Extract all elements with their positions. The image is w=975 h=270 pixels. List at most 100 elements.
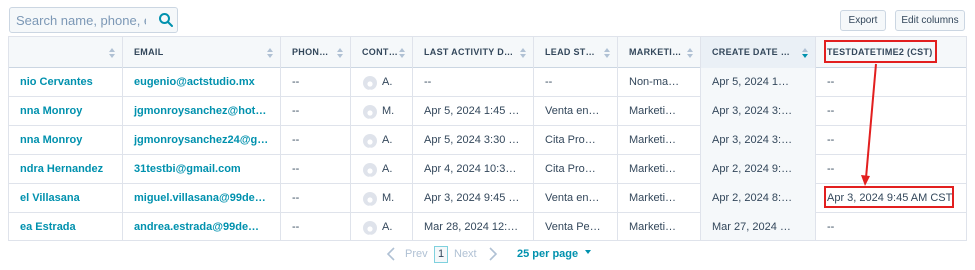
cell-phone: -- [281,155,351,184]
page-size-label: 25 per page [517,248,579,260]
cell-contact-owner: M. [351,97,413,126]
cell-contact-owner: A. [351,68,413,97]
cell-last-activity: Apr 4, 2024 10:3… [413,155,534,184]
cell-last-activity: Apr 5, 2024 1:45 … [413,97,534,126]
sort-icon[interactable] [399,48,405,58]
cell-last-activity: Mar 28, 2024 12:… [413,213,534,240]
cell-lead-status: Cita Pro… [534,126,618,155]
cell-marketing: Marketi… [618,155,701,184]
contacts-table: EMAIL PHON… CONT… LAST ACTIVITY D… LEAD … [8,36,967,241]
cell-email[interactable]: eugenio@actstudio.mx [123,68,281,97]
cell-email[interactable]: jgmonroysanchez24@g… [123,126,281,155]
caret-down-icon [585,250,592,254]
avatar-icon [363,134,377,148]
table-row: nna Monroy jgmonroysanchez24@g… -- A. Apr 5,… [9,126,966,155]
table-header: EMAIL PHON… CONT… LAST ACTIVITY D… LEAD … [9,37,966,68]
export-button[interactable]: Export [840,10,886,31]
sort-icon[interactable] [687,48,693,58]
cell-testdatetime2: -- [827,76,835,88]
page-number-button[interactable]: 1 [434,246,448,263]
cell-name[interactable]: nna Monroy [9,126,123,155]
cell-phone: -- [281,97,351,126]
table-row: ea Estrada andrea.estrada@99de… -- A. Mar 28… [9,213,966,240]
cell-email[interactable]: miguel.villasana@99de… [123,184,281,213]
cell-testdatetime2: Apr 3, 2024 9:45 AM CST [827,192,953,204]
sort-icon[interactable] [109,48,115,58]
cell-create-date: Apr 3, 2024 3:… [701,126,816,155]
sort-icon[interactable] [337,48,343,58]
cell-name[interactable]: nio Cervantes [9,68,123,97]
search-icon[interactable] [158,12,174,28]
search-box[interactable] [9,7,178,33]
cell-create-date: Apr 2, 2024 8:… [701,184,816,213]
table-row: ndra Hernandez 31testbi@gmail.com -- A. Apr … [9,155,966,184]
cell-name[interactable]: el Villasana [9,184,123,213]
cell-email[interactable]: jgmonroysanchez@hot… [123,97,281,126]
cell-marketing: Marketi… [618,126,701,155]
cell-create-date: Mar 27, 2024 … [701,213,816,240]
search-input[interactable] [16,11,146,29]
page-size-dropdown[interactable]: 25 per page [517,248,592,260]
table-row: el Villasana miguel.villasana@99de… -- M. Ap… [9,184,966,213]
cell-last-activity: Apr 3, 2024 9:45 … [413,184,534,213]
column-header-create-date[interactable]: CREATE DATE … [701,37,816,68]
column-header-marketing[interactable]: MARKETI… [618,37,701,68]
cell-phone: -- [281,213,351,240]
cell-testdatetime2: -- [827,221,835,233]
contact-owner-initial: M. [382,192,395,204]
cell-marketing: Marketi… [618,213,701,240]
table-row: nio Cervantes eugenio@actstudio.mx -- A. -- -… [9,68,966,97]
contact-owner-initial: A. [382,163,393,175]
sort-descending-icon[interactable] [802,48,808,58]
cell-testdatetime2: -- [827,163,835,175]
column-header-last-activity[interactable]: LAST ACTIVITY D… [413,37,534,68]
cell-testdatetime2: -- [827,134,835,146]
contact-owner-initial: A. [382,221,393,233]
cell-create-date: Apr 3, 2024 3:… [701,97,816,126]
prev-page-button[interactable]: Prev [405,248,428,260]
table-toolbar: Export Edit columns [0,0,975,36]
column-header-testdatetime2[interactable]: TESTDATETIME2 (CST) [816,37,966,68]
cell-name[interactable]: nna Monroy [9,97,123,126]
cell-phone: -- [281,184,351,213]
cell-phone: -- [281,68,351,97]
cell-contact-owner: A. [351,155,413,184]
cell-contact-owner: A. [351,213,413,240]
column-header-phone[interactable]: PHON… [281,37,351,68]
cell-name[interactable]: ea Estrada [9,213,123,240]
contact-owner-initial: A. [382,134,393,146]
cell-marketing: Marketi… [618,184,701,213]
avatar-icon [363,76,377,90]
avatar-icon [363,221,377,235]
table-row: nna Monroy jgmonroysanchez@hot… -- M. Apr 5,… [9,97,966,126]
cell-contact-owner: A. [351,126,413,155]
cell-lead-status: Venta Pe… [534,213,618,240]
cell-create-date: Apr 2, 2024 9:… [701,155,816,184]
cell-marketing: Non-ma… [618,68,701,97]
sort-icon[interactable] [604,48,610,58]
avatar-icon [363,163,377,177]
column-header-name[interactable] [9,37,123,68]
chevron-right-icon[interactable] [488,246,498,262]
avatar-icon [363,105,377,119]
column-header-email[interactable]: EMAIL [123,37,281,68]
avatar-icon [363,192,377,206]
cell-email[interactable]: 31testbi@gmail.com [123,155,281,184]
cell-lead-status: Cita Pro… [534,155,618,184]
pagination: Prev 1 Next 25 per page [0,245,975,265]
column-header-contact-owner[interactable]: CONT… [351,37,413,68]
cell-last-activity: Apr 5, 2024 3:30 … [413,126,534,155]
cell-name[interactable]: ndra Hernandez [9,155,123,184]
edit-columns-button[interactable]: Edit columns [895,10,965,31]
cell-email[interactable]: andrea.estrada@99de… [123,213,281,240]
next-page-button[interactable]: Next [454,248,477,260]
cell-lead-status: Venta en… [534,97,618,126]
cell-phone: -- [281,126,351,155]
cell-create-date: Apr 5, 2024 1… [701,68,816,97]
column-header-lead-status[interactable]: LEAD ST… [534,37,618,68]
cell-lead-status: Venta en… [534,184,618,213]
chevron-left-icon[interactable] [386,246,396,262]
sort-icon[interactable] [520,48,526,58]
cell-lead-status: -- [534,68,618,97]
sort-icon[interactable] [267,48,273,58]
